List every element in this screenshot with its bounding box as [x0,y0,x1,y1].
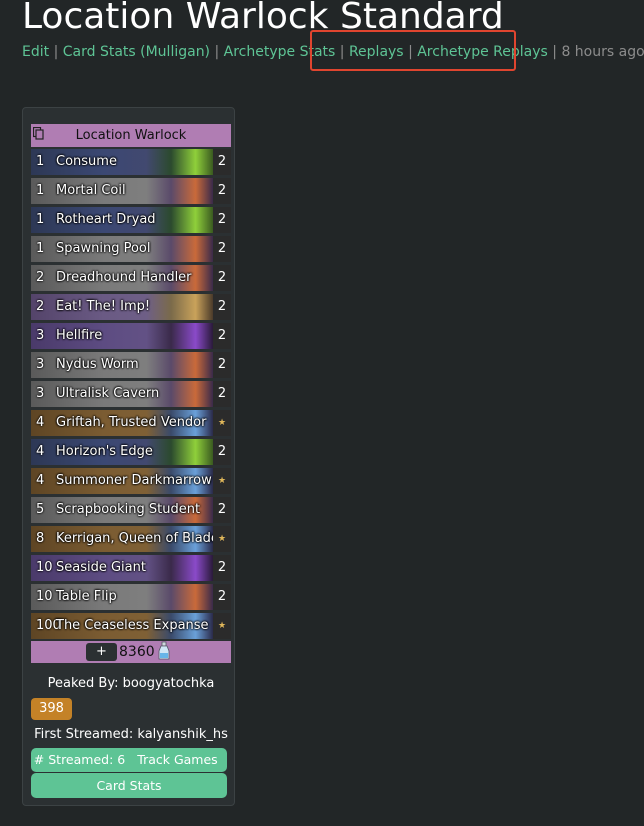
card-name: Griftah, Trusted Vendor [56,415,207,430]
card-row[interactable]: 4 Horizon's Edge 2 [31,439,231,465]
card-cost: 2 [36,270,45,285]
dust-cost: 8360 [119,644,155,660]
card-count: 2 [213,149,231,175]
deck-age: 8 hours ago [561,44,644,60]
card-row[interactable]: 8 Kerrigan, Queen of Blades ★ [31,526,231,552]
card-row[interactable]: 1 Consume 2 [31,149,231,175]
card-name: Ultralisk Cavern [56,386,160,401]
card-name: Summoner Darkmarrow [56,473,212,488]
deck-name: Location Warlock [75,128,187,143]
card-cost: 8 [36,531,45,546]
card-art-image [143,584,213,610]
card-name: Rotheart Dryad [56,212,156,227]
add-deck-button[interactable]: + [86,643,117,661]
card-count: 2 [213,323,231,349]
card-count: 2 [213,236,231,262]
card-count: 2 [213,497,231,523]
rank-badge: 398 [31,698,72,720]
replays-highlight-box [310,30,516,71]
card-art-image [143,178,213,204]
card-cost: 1 [36,154,45,169]
card-cost: 4 [36,415,45,430]
card-row[interactable]: 4 Summoner Darkmarrow ★ [31,468,231,494]
card-name: Seaside Giant [56,560,146,575]
legendary-star-icon: ★ [213,410,231,436]
card-count: 2 [213,178,231,204]
card-row[interactable]: 10 Seaside Giant 2 [31,555,231,581]
card-name: Eat! The! Imp! [56,299,151,314]
card-cost: 2 [36,299,45,314]
separator: | [552,44,557,60]
card-cost: 1 [36,183,45,198]
card-count: 2 [213,265,231,291]
card-cost: 4 [36,444,45,459]
card-art-image [143,149,213,175]
card-stats-mulligan-link[interactable]: Card Stats (Mulligan) [63,44,210,60]
track-games-button[interactable]: Track Games [128,748,227,772]
card-count: 2 [213,207,231,233]
card-art-image [143,555,213,581]
card-cost: 4 [36,473,45,488]
card-row[interactable]: 2 Dreadhound Handler 2 [31,265,231,291]
legendary-star-icon: ★ [213,468,231,494]
card-row[interactable]: 5 Scrapbooking Student 2 [31,497,231,523]
card-cost: 3 [36,386,45,401]
card-count: 2 [213,584,231,610]
card-count: 2 [213,555,231,581]
card-name: Dreadhound Handler [56,270,192,285]
legendary-star-icon: ★ [213,613,231,639]
card-row[interactable]: 100 The Ceaseless Expanse ★ [31,613,231,639]
legendary-star-icon: ★ [213,526,231,552]
card-cost: 10 [36,589,53,604]
separator: | [53,44,59,60]
card-cost: 1 [36,241,45,256]
card-cost: 3 [36,357,45,372]
dust-bottle-icon [157,641,171,661]
card-row[interactable]: 3 Nydus Worm 2 [31,352,231,378]
card-row[interactable]: 1 Rotheart Dryad 2 [31,207,231,233]
card-name: Consume [56,154,117,169]
card-stats-button[interactable]: Card Stats [31,773,227,798]
card-name: Kerrigan, Queen of Blades [56,531,226,546]
card-art-image [143,352,213,378]
card-row[interactable]: 3 Hellfire 2 [31,323,231,349]
card-row[interactable]: 4 Griftah, Trusted Vendor ★ [31,410,231,436]
first-streamed: First Streamed: kalyanshik_hs [34,727,228,742]
card-count: 2 [213,294,231,320]
card-cost: 3 [36,328,45,343]
card-row[interactable]: 1 Mortal Coil 2 [31,178,231,204]
card-name: The Ceaseless Expanse [56,618,209,633]
edit-link[interactable]: Edit [22,44,49,60]
card-count: 2 [213,381,231,407]
separator: | [214,44,220,60]
card-name: Mortal Coil [56,183,126,198]
peaked-by: Peaked By: boogyatochka [47,676,215,691]
card-row[interactable]: 2 Eat! The! Imp! 2 [31,294,231,320]
deck-header: Location Warlock [31,124,231,147]
card-row[interactable]: 3 Ultralisk Cavern 2 [31,381,231,407]
card-count: 2 [213,439,231,465]
card-cost: 5 [36,502,45,517]
card-name: Spawning Pool [56,241,151,256]
card-name: Hellfire [56,328,103,343]
streamed-count-button[interactable]: # Streamed: 6 [31,748,128,772]
card-name: Horizon's Edge [56,444,153,459]
card-row[interactable]: 10 Table Flip 2 [31,584,231,610]
copy-icon[interactable] [32,125,44,140]
card-row[interactable]: 1 Spawning Pool 2 [31,236,231,262]
card-art-image [143,236,213,262]
card-count: 2 [213,352,231,378]
card-art-image [143,323,213,349]
card-name: Nydus Worm [56,357,139,372]
card-cost: 10 [36,560,53,575]
card-art-image [143,294,213,320]
card-art-image [143,439,213,465]
card-cost: 1 [36,212,45,227]
card-name: Table Flip [56,589,117,604]
card-name: Scrapbooking Student [56,502,201,517]
